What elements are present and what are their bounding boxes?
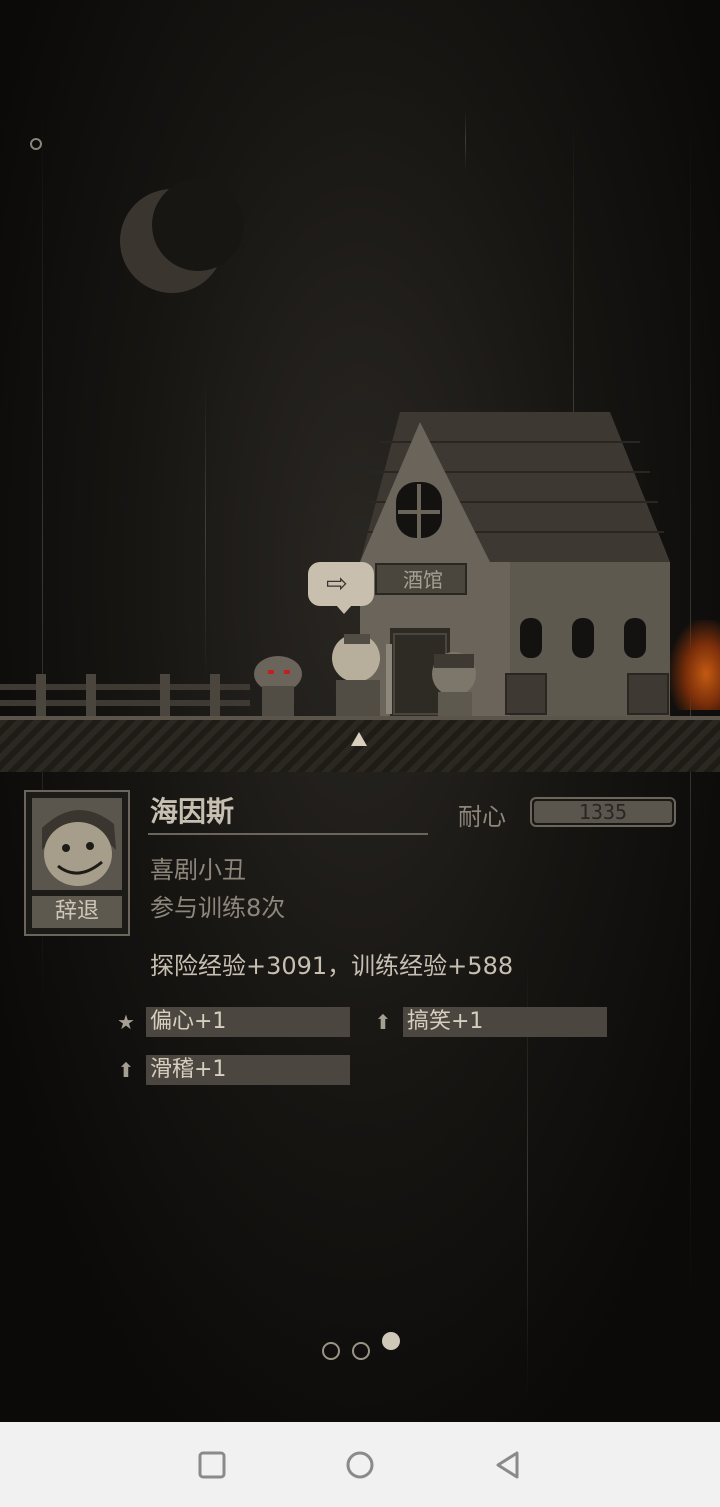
up-arrow-icon: ⬆ [374, 1010, 392, 1034]
clown-character [332, 634, 392, 718]
companion-character [432, 652, 476, 718]
hero-portrait-card: 辞退 [24, 790, 130, 936]
rain-streak [205, 380, 206, 680]
enter-tavern-bubble[interactable]: ⇨ [308, 562, 374, 614]
system-navigation-bar [0, 1422, 720, 1507]
enter-door-icon: ⇨ [326, 569, 348, 599]
back-icon[interactable] [491, 1448, 525, 1482]
hero-party [254, 634, 476, 718]
hero-portrait [32, 798, 122, 890]
page-dot-3[interactable] [382, 1332, 400, 1350]
page-dot-2[interactable] [352, 1342, 370, 1360]
patience-label: 耐心 [458, 803, 506, 831]
hero-name: 海因斯 [150, 795, 235, 828]
home-icon[interactable] [343, 1448, 377, 1482]
up-arrow-icon: ⬆ [117, 1058, 135, 1082]
rain-streak [690, 110, 691, 1310]
patience-bar: 1335 [530, 797, 676, 827]
experience-gain: 探险经验+3091，训练经验+588 [150, 952, 514, 980]
game-scene: 酒馆 ⇨ 辞退 海因斯 耐心 1335 喜剧小丑 参与训练8次 探险经验+309… [0, 0, 720, 1422]
star-icon: ★ [117, 1010, 135, 1034]
page-dot-1[interactable] [322, 1342, 340, 1360]
crescent-moon-icon [120, 179, 244, 293]
training-count: 参与训练8次 [150, 894, 286, 922]
wooden-fence [0, 674, 250, 716]
recents-icon[interactable] [195, 1448, 229, 1482]
settings-ring-icon[interactable] [30, 138, 42, 150]
fire-glow [670, 620, 720, 710]
rain-streak [465, 110, 466, 170]
trait-label: 偏心+1 [146, 1007, 350, 1037]
name-divider [148, 833, 428, 835]
trait-label: 滑稽+1 [146, 1055, 350, 1085]
dismiss-button[interactable]: 辞退 [32, 896, 122, 928]
patience-value: 1335 [578, 800, 628, 824]
goblin-character [254, 656, 302, 716]
trait-label: 搞笑+1 [403, 1007, 607, 1037]
position-marker-icon [351, 732, 367, 746]
tavern-sign: 酒馆 [403, 568, 443, 592]
hero-class: 喜剧小丑 [150, 856, 246, 884]
